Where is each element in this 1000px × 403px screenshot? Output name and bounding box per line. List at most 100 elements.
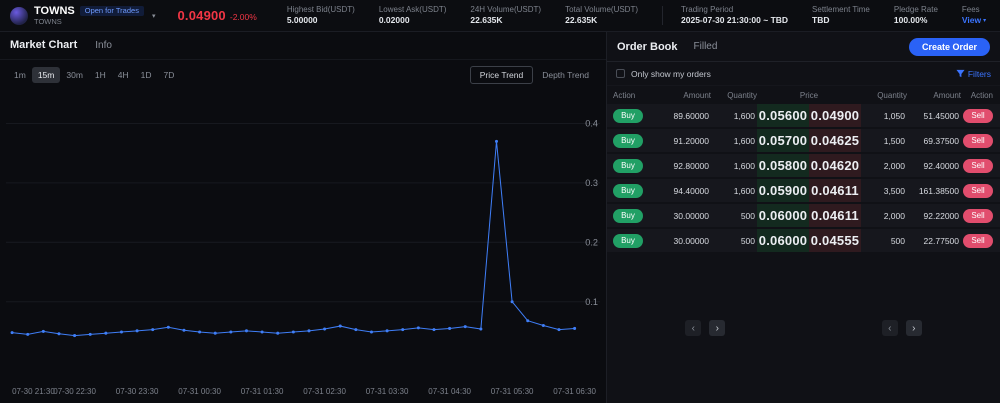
buy-next-page-button[interactable]: › [709,320,725,336]
buy-button-cell: Buy [613,109,651,123]
order-book-filter-row: Only show my orders Filters [607,62,1000,86]
buy-button[interactable]: Buy [613,184,643,198]
timeframe-1m[interactable]: 1m [8,67,32,83]
price-point [432,328,435,331]
sell-price: 0.04625 [809,129,861,152]
timeframe-30m[interactable]: 30m [60,67,89,83]
tab-info[interactable]: Info [95,40,112,51]
x-tick-label: 07-31 00:30 [178,387,221,396]
buy-price: 0.06000 [757,229,809,252]
sell-amount: 51.45000 [907,111,961,121]
token-block: TOWNS Open for Trades TOWNS [34,5,144,26]
timeframe-4h[interactable]: 4H [112,67,135,83]
sell-prev-page-button[interactable]: ‹ [882,320,898,336]
chevron-down-icon: ▾ [983,18,986,24]
order-book-rows: Buy89.600001,6000.056000.049001,05051.45… [607,104,1000,254]
tab-order-book[interactable]: Order Book [617,41,678,53]
buy-quantity: 500 [711,236,757,246]
buy-amount: 92.80000 [651,161,711,171]
buy-button[interactable]: Buy [613,234,643,248]
price-block: 0.04900 -2.00% [177,8,256,23]
only-my-orders-label: Only show my orders [631,69,711,79]
sell-price: 0.04900 [809,104,861,127]
price-change: -2.00% [230,12,257,22]
timeframe-7d[interactable]: 7D [158,67,181,83]
timeframe-1d[interactable]: 1D [135,67,158,83]
fees-view-label: View [962,16,981,25]
y-tick-label: 0.3 [585,178,598,188]
x-tick-label: 07-31 06:30 [553,387,596,396]
price-point [182,328,185,331]
buy-quantity: 500 [711,211,757,221]
buy-button[interactable]: Buy [613,134,643,148]
buy-amount: 89.60000 [651,111,711,121]
buy-quantity: 1,600 [711,111,757,121]
price-point [136,329,139,332]
sell-amount: 161.38500 [907,186,961,196]
sell-button[interactable]: Sell [963,209,993,223]
price-point [57,332,60,335]
buy-button[interactable]: Buy [613,209,643,223]
timeframe-1h[interactable]: 1H [89,67,112,83]
buy-price: 0.06000 [757,204,809,227]
price-trend-button[interactable]: Price Trend [470,66,533,84]
x-axis-labels: 07-30 21:3007-30 22:3007-30 23:3007-31 0… [6,385,600,399]
price-point [73,334,76,337]
token-selector-caret-down-icon[interactable]: ▾ [152,12,156,20]
price-point [479,327,482,330]
sell-button[interactable]: Sell [963,134,993,148]
sell-next-page-button[interactable]: › [906,320,922,336]
only-my-orders-checkbox[interactable] [616,69,625,78]
depth-trend-button[interactable]: Depth Trend [533,67,598,83]
sell-amount: 92.40000 [907,161,961,171]
stat-fees: Fees View ▾ [962,6,986,25]
buy-price: 0.05700 [757,129,809,152]
order-book-panel: Order Book Filled Create Order Only show… [607,32,1000,403]
buy-quantity: 1,600 [711,136,757,146]
sell-button-cell: Sell [961,184,993,198]
sell-price: 0.04611 [809,179,861,202]
y-tick-label: 0.1 [585,296,598,306]
sell-button[interactable]: Sell [963,234,993,248]
price-point [542,324,545,327]
price-point [167,325,170,328]
buy-amount: 94.40000 [651,186,711,196]
fees-view-link[interactable]: View ▾ [962,16,986,25]
sell-button[interactable]: Sell [963,184,993,198]
x-tick-label: 07-31 05:30 [491,387,534,396]
buy-side-pager: ‹ › [607,320,804,336]
price-point [386,329,389,332]
buy-prev-page-button[interactable]: ‹ [685,320,701,336]
status-badge: Open for Trades [80,6,144,16]
chart-panel-tabs: Market Chart Info [0,32,606,60]
price-point [261,330,264,333]
price-point [229,330,232,333]
token-name: TOWNS [34,5,75,17]
tab-filled[interactable]: Filled [694,41,718,52]
price-point [89,332,92,335]
create-order-button[interactable]: Create Order [909,38,990,56]
price-point [448,327,451,330]
sell-button[interactable]: Sell [963,159,993,173]
stat-label: Trading Period [681,6,788,14]
price-point [104,331,107,334]
stat-label: Fees [962,6,986,14]
chart-panel: Market Chart Info 1m 15m 30m 1H 4H 1D 7D… [0,32,607,403]
filters-button[interactable]: Filters [956,69,991,79]
tab-market-chart[interactable]: Market Chart [10,39,77,51]
x-tick-label: 07-30 21:30 [12,387,55,396]
stat-value: 5.00000 [287,16,355,25]
stat-value: 22.635K [565,16,638,25]
buy-button[interactable]: Buy [613,159,643,173]
buy-price: 0.05900 [757,179,809,202]
stat-label: Pledge Rate [894,6,938,14]
sell-button[interactable]: Sell [963,109,993,123]
chart-toolbar: 1m 15m 30m 1H 4H 1D 7D Price Trend Depth… [0,63,606,87]
x-tick-label: 07-31 02:30 [303,387,346,396]
price-point [417,326,420,329]
price-chart: 0.10.20.30.4 [6,89,600,385]
timeframe-15m[interactable]: 15m [32,67,61,83]
buy-button-cell: Buy [613,234,651,248]
buy-button[interactable]: Buy [613,109,643,123]
price-line [12,141,575,335]
